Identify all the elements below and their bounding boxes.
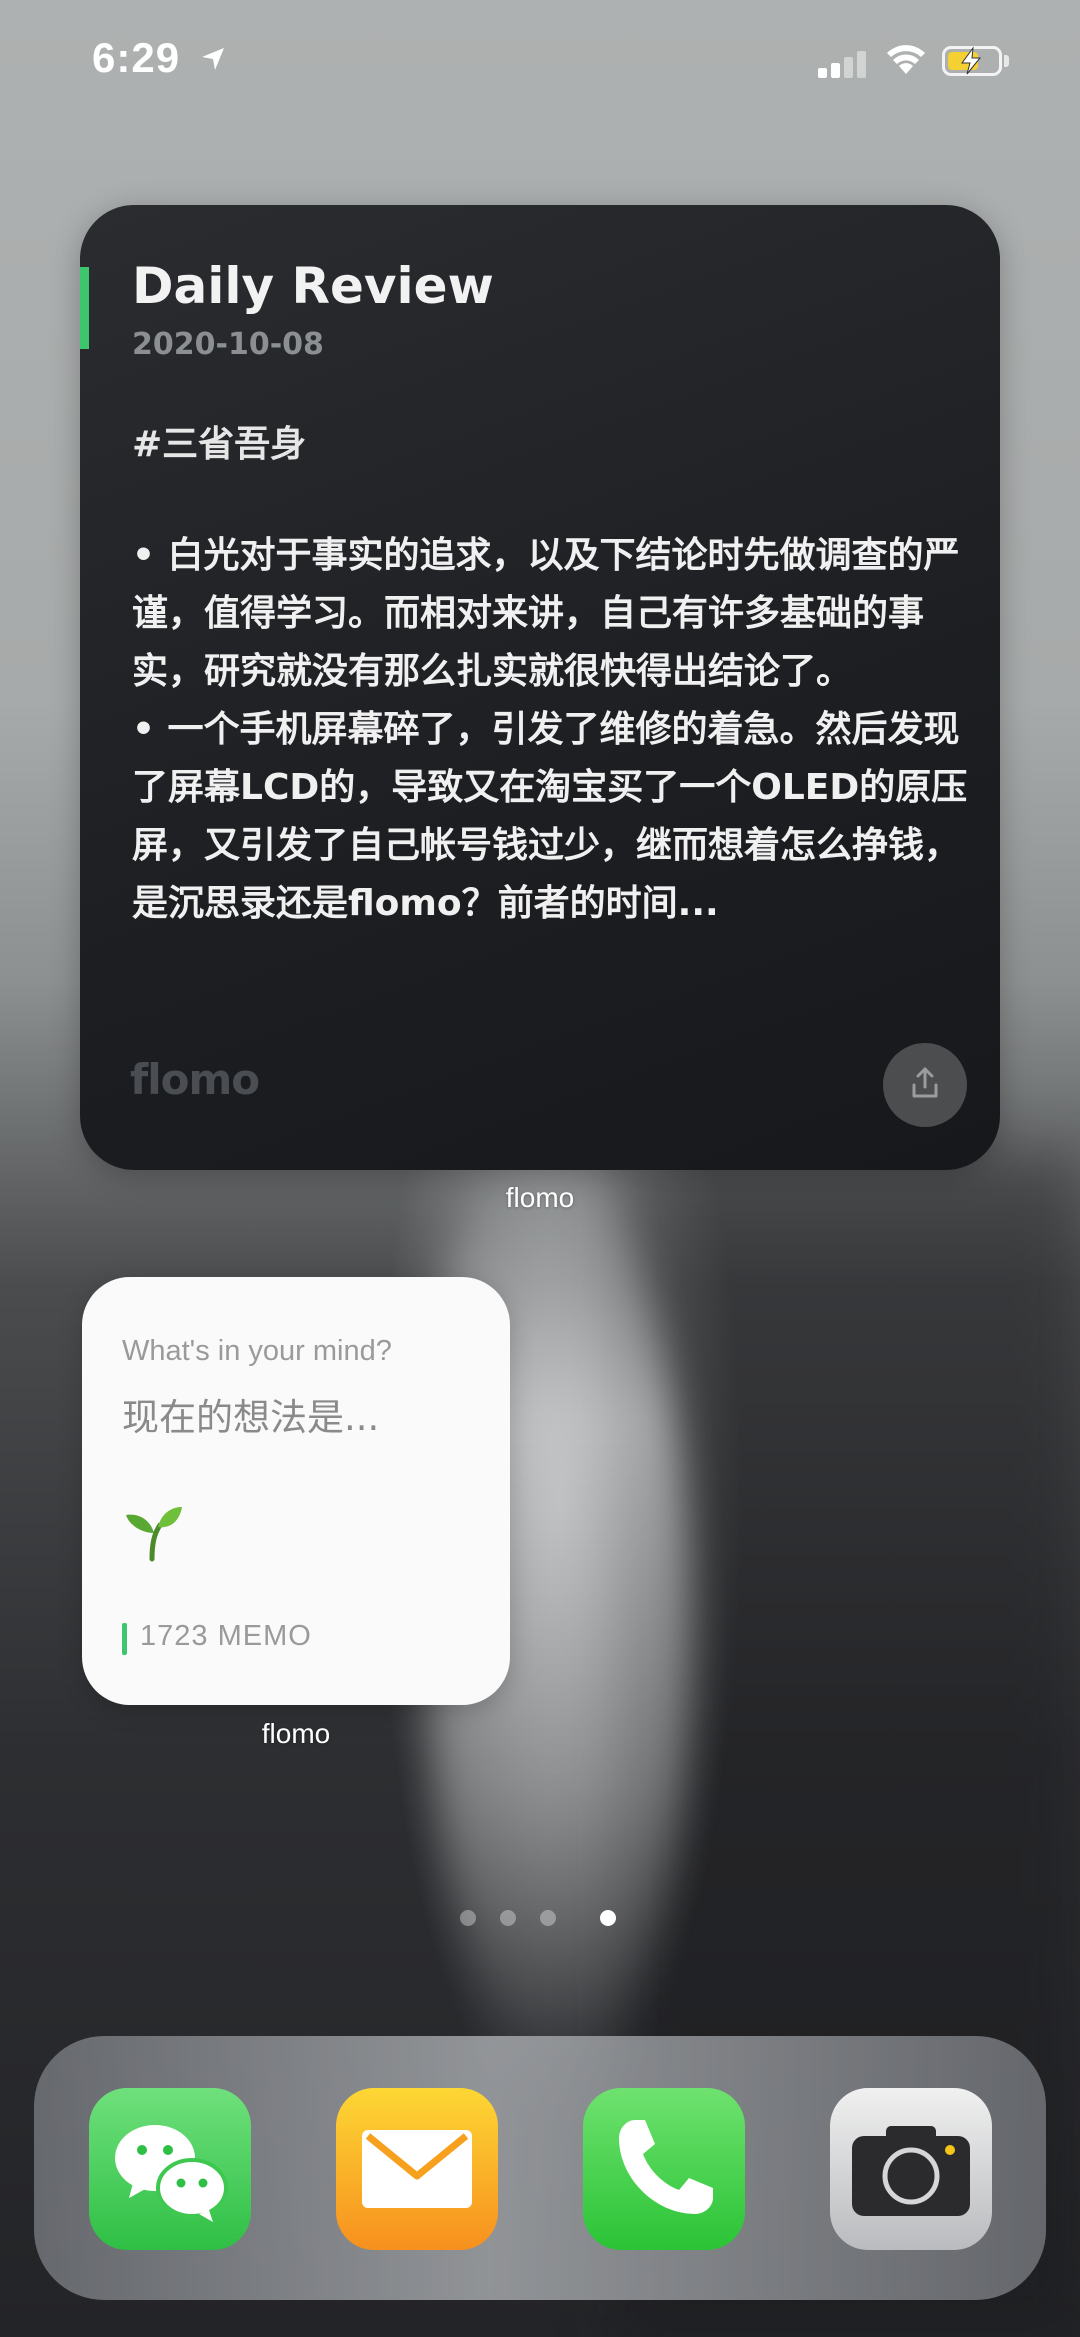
widget-caption: flomo xyxy=(505,1182,575,1213)
phone-icon[interactable] xyxy=(583,2088,745,2250)
mail-icon[interactable] xyxy=(336,2088,498,2250)
memo-tag: #三省吾身 xyxy=(132,424,307,465)
share-button[interactable] xyxy=(883,1043,967,1127)
memo-paragraph: • 一个手机屏幕碎了，引发了维修的着急。然后发现了屏幕LCD的，导致又在淘宝买了… xyxy=(132,709,968,924)
page-dot-active[interactable] xyxy=(600,1910,616,1926)
widget-caption: flomo xyxy=(261,1718,331,1749)
prompt-english: What's in your mind? xyxy=(122,1335,392,1367)
wifi-icon xyxy=(887,45,925,74)
memo-count-bar xyxy=(122,1623,127,1655)
sprout-icon xyxy=(126,1507,182,1562)
memo-paragraph: • 白光对于事实的追求，以及下结论时先做调查的严谨，值得学习。而相对来讲，自己有… xyxy=(132,535,960,692)
charging-bolt-icon xyxy=(961,46,982,75)
daily-review-widget[interactable]: Daily Review 2020-10-08 #三省吾身 • 白光对于事实的追… xyxy=(80,205,1000,1170)
widget-date: 2020-10-08 xyxy=(132,327,324,362)
share-icon xyxy=(912,1067,938,1098)
widget-title: Daily Review xyxy=(132,257,494,315)
cellular-signal-icon xyxy=(818,50,870,78)
flomo-logo: flomo xyxy=(130,1055,260,1104)
camera-icon[interactable] xyxy=(830,2088,992,2250)
page-dot[interactable] xyxy=(460,1910,476,1926)
memo-input-widget[interactable]: What's in your mind? 现在的想法是... 1723 MEMO xyxy=(82,1277,510,1705)
status-bar: 6:29 xyxy=(0,0,1080,120)
prompt-chinese: 现在的想法是... xyxy=(122,1396,380,1439)
status-time: 6:29 xyxy=(92,34,181,81)
location-arrow-icon xyxy=(202,48,224,70)
page-dot[interactable] xyxy=(500,1910,516,1926)
wechat-icon[interactable] xyxy=(89,2088,251,2250)
memo-content: • 白光对于事实的追求，以及下结论时先做调查的严谨，值得学习。而相对来讲，自己有… xyxy=(132,527,972,933)
page-indicator[interactable] xyxy=(460,1908,620,1928)
dock xyxy=(34,2036,1046,2300)
page-dot[interactable] xyxy=(540,1910,556,1926)
memo-count: 1723 MEMO xyxy=(140,1620,312,1652)
accent-bar xyxy=(80,267,89,349)
